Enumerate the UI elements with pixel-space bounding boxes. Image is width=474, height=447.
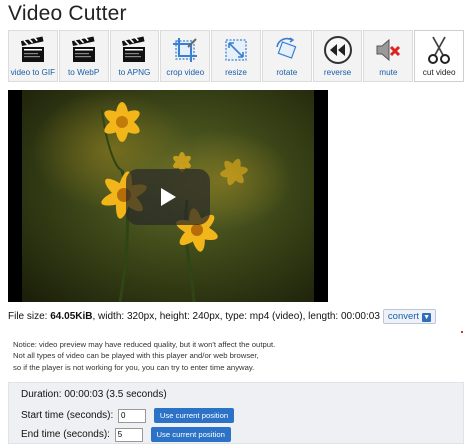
- video-player[interactable]: [8, 90, 328, 302]
- tool-label: crop video: [166, 68, 205, 77]
- cut-settings-panel: Duration: 00:00:03 (3.5 seconds) Start t…: [8, 382, 464, 444]
- end-time-row: End time (seconds): Use current position: [21, 427, 231, 442]
- tool-label: reverse: [323, 68, 352, 77]
- file-info: File size: 64.05KiB, width: 320px, heigh…: [8, 309, 437, 324]
- tool-cut-video[interactable]: cut video: [414, 30, 465, 82]
- tool-label: to APNG: [118, 68, 151, 77]
- tool-mute[interactable]: mute: [363, 30, 414, 82]
- play-button[interactable]: [126, 169, 210, 225]
- tool-to-apng[interactable]: to APNG: [109, 30, 160, 82]
- clapperboard-icon: [71, 35, 95, 62]
- mute-speaker-icon: [376, 38, 401, 62]
- end-time-label: End time (seconds):: [21, 429, 110, 441]
- rotate-icon: [276, 37, 297, 59]
- tool-reverse[interactable]: reverse: [312, 30, 363, 82]
- tool-crop-video[interactable]: crop video: [160, 30, 211, 82]
- crop-icon: [173, 38, 198, 62]
- tool-label: video to GIF: [10, 68, 56, 77]
- end-time-input[interactable]: [114, 427, 143, 442]
- tool-resize[interactable]: resize: [211, 30, 261, 82]
- page-title: Video Cutter: [8, 2, 127, 25]
- convert-button[interactable]: convert ▼: [382, 309, 437, 324]
- clapperboard-icon: [122, 35, 146, 62]
- tool-to-webp[interactable]: to WebP: [58, 30, 109, 82]
- clapperboard-icon: [20, 35, 44, 62]
- file-details: , width: 320px, height: 240px, type: mp4…: [92, 311, 380, 323]
- tool-label: rotate: [276, 68, 298, 77]
- convert-label: convert: [387, 311, 420, 322]
- tool-video-to-gif[interactable]: video to GIF: [8, 30, 58, 82]
- use-current-position-end-button[interactable]: Use current position: [150, 427, 231, 442]
- rewind-icon: [323, 36, 352, 64]
- resize-icon: [225, 39, 247, 61]
- tool-label: resize: [225, 68, 247, 77]
- start-time-input[interactable]: [118, 408, 147, 423]
- start-time-label: Start time (seconds):: [21, 410, 114, 422]
- file-size-label: File size:: [8, 311, 51, 323]
- notice-text: Notice: video preview may have reduced q…: [13, 339, 275, 373]
- use-current-position-start-button[interactable]: Use current position: [153, 408, 235, 423]
- tool-label: to WebP: [68, 68, 100, 77]
- play-icon: [161, 188, 176, 206]
- decorative-dot: [461, 331, 463, 333]
- tool-label: mute: [379, 68, 398, 77]
- scissors-icon: [428, 36, 451, 64]
- tool-rotate[interactable]: rotate: [261, 30, 312, 82]
- tool-label: cut video: [422, 68, 456, 77]
- duration-text: Duration: 00:00:03 (3.5 seconds): [21, 389, 167, 400]
- notice-line: so if the player is not working for you,…: [13, 362, 255, 372]
- tool-toolbar: video to GIF to WebP to APNG crop video …: [8, 30, 465, 84]
- notice-line: Notice: video preview may have reduced q…: [13, 340, 276, 349]
- dropdown-arrow-icon: ▼: [422, 313, 432, 322]
- file-size-value: 64.05KiB: [50, 311, 93, 323]
- notice-line: Not all types of video can be played wit…: [13, 351, 259, 361]
- start-time-row: Start time (seconds): Use current positi…: [21, 408, 235, 423]
